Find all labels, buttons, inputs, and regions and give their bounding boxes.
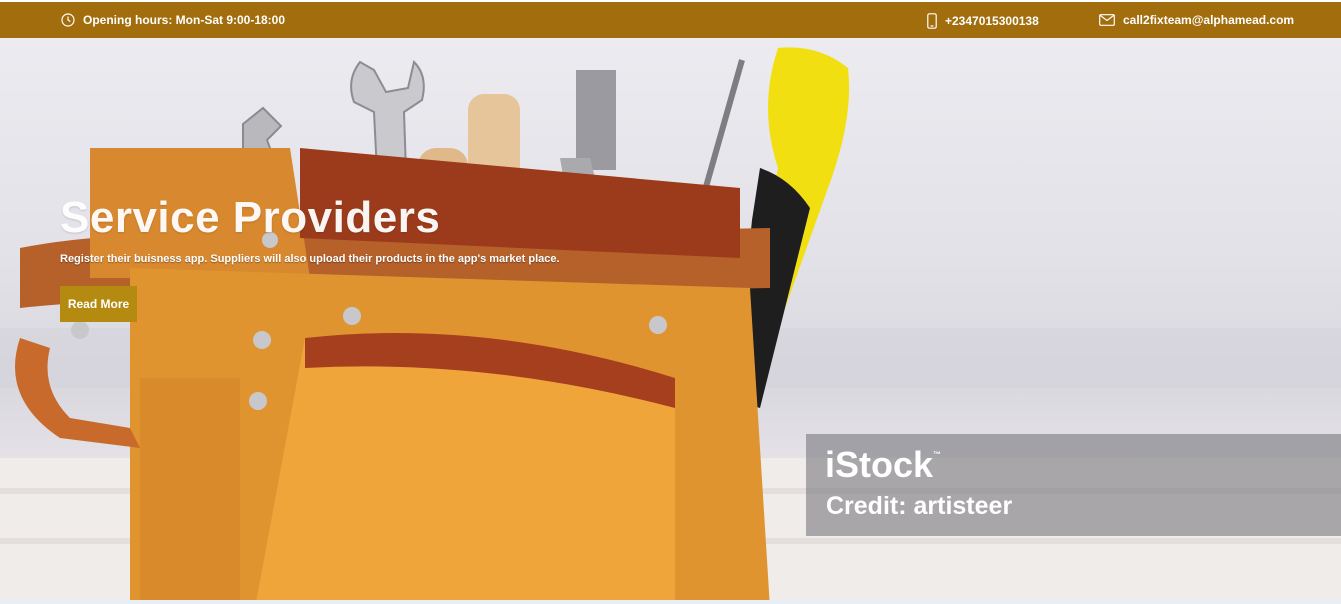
section-divider [0, 600, 1341, 604]
read-more-button[interactable]: Read More [60, 286, 137, 322]
clock-icon [61, 13, 75, 27]
email-contact[interactable]: call2fixteam@alphamead.com [1099, 13, 1294, 27]
watermark-brand: iStock™ [825, 444, 942, 485]
opening-hours: Opening hours: Mon-Sat 9:00-18:00 [61, 13, 285, 27]
watermark-credit: Credit: artisteer [826, 492, 1013, 520]
envelope-icon [1099, 14, 1115, 26]
email-address[interactable]: call2fixteam@alphamead.com [1123, 13, 1294, 27]
istock-watermark: iStock™ Credit: artisteer [806, 434, 1341, 536]
hero-subtitle: Register their buisness app. Suppliers w… [60, 253, 560, 265]
hero-title: Service Providers [60, 193, 441, 242]
hero-slider: Service Providers Register their buisnes… [0, 38, 1341, 604]
mobile-phone-icon [927, 13, 937, 29]
phone-contact[interactable]: +2347015300138 [927, 13, 1039, 29]
top-info-bar: Opening hours: Mon-Sat 9:00-18:00 +23470… [0, 0, 1341, 38]
opening-hours-text: Opening hours: Mon-Sat 9:00-18:00 [83, 13, 286, 27]
phone-number[interactable]: +2347015300138 [945, 14, 1039, 28]
